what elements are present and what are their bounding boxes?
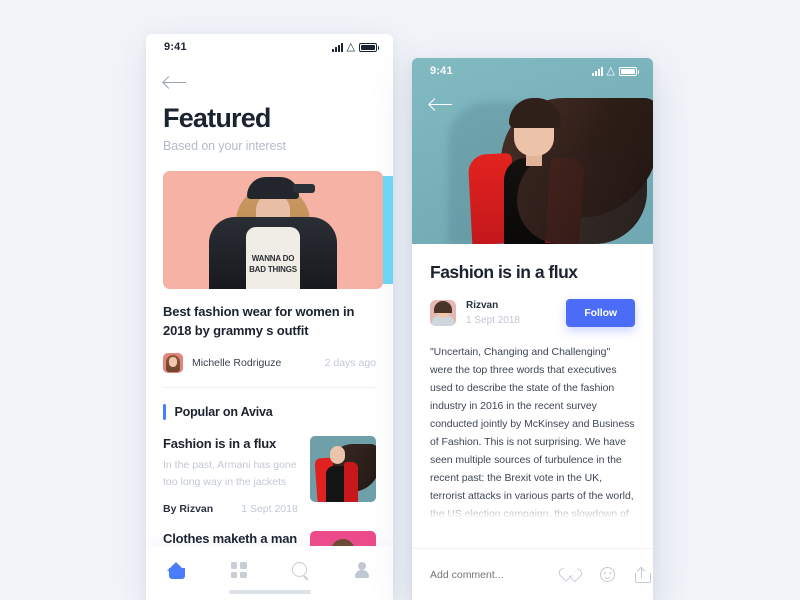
smiley-icon[interactable] — [600, 567, 615, 582]
list-item-description: In the past, Armani has gone too long wa… — [163, 459, 297, 488]
share-icon[interactable] — [635, 566, 651, 583]
avatar — [430, 300, 456, 326]
featured-image-shirt-text: WANNA DO BAD THINGS — [249, 253, 297, 274]
home-indicator — [228, 590, 311, 594]
status-bar: 9:41 △ — [412, 58, 653, 84]
featured-article-byline: Michelle Rodriguze 2 days ago — [163, 353, 376, 374]
status-icons: △ — [331, 40, 379, 53]
battery-icon — [619, 66, 639, 76]
bottom-tab-bar — [146, 546, 393, 600]
page-title: Featured — [163, 103, 271, 133]
section-title: Popular on Aviva — [174, 405, 273, 420]
article-body-text: "Uncertain, Changing and Challenging" we… — [430, 346, 635, 521]
status-bar: 9:41 △ — [146, 34, 393, 60]
comment-input[interactable] — [430, 568, 565, 581]
list-item-meta: By Rizvan 1 Sept 2018 — [163, 503, 300, 515]
battery-icon — [359, 42, 379, 52]
list-item-title[interactable]: Clothes maketh a man — [163, 531, 300, 546]
article-author-row: Rizvan 1 Sept 2018 Follow — [430, 299, 635, 327]
divider — [163, 387, 376, 389]
wifi-icon: △ — [346, 40, 355, 53]
left-content: Featured Based on your interest WANNA DO… — [146, 76, 393, 597]
sidebar-item-search[interactable] — [270, 558, 332, 582]
thumbnail-face — [330, 446, 345, 465]
list-item-text: Fashion is in a flux In the past, Armani… — [163, 436, 310, 515]
status-icons: △ — [591, 64, 639, 77]
sidebar-item-home[interactable] — [146, 558, 208, 582]
sidebar-item-categories[interactable] — [208, 558, 270, 582]
status-time: 9:41 — [430, 65, 453, 77]
phone-right-article-screen: 9:41 △ Fashion is in a flux Rizvan 1 Sep… — [412, 58, 653, 600]
article-author-name: Rizvan — [466, 300, 499, 311]
featured-image-card[interactable]: WANNA DO BAD THINGS — [163, 171, 383, 290]
wifi-icon: △ — [606, 64, 615, 77]
comment-bar-actions — [565, 566, 651, 583]
user-icon[interactable] — [355, 562, 370, 578]
list-item-date: 1 Sept 2018 — [241, 502, 298, 515]
phone-left-featured-screen: 9:41 △ Featured Based on your interest W… — [146, 34, 393, 600]
article-body-scroll[interactable]: "Uncertain, Changing and Challenging" we… — [430, 327, 635, 523]
heart-icon[interactable] — [565, 568, 580, 582]
comment-bar — [412, 548, 653, 600]
hero-image: 9:41 △ — [412, 58, 653, 244]
status-time: 9:41 — [164, 41, 187, 53]
back-arrow-icon[interactable] — [164, 76, 186, 90]
section-accent-bar — [163, 404, 166, 421]
avatar-face — [169, 357, 177, 368]
list-item-title[interactable]: Fashion is in a flux — [163, 436, 300, 451]
signal-icon — [591, 66, 603, 76]
list-item-thumbnail[interactable] — [310, 436, 376, 503]
follow-button[interactable]: Follow — [566, 299, 635, 327]
page-subtitle: Based on your interest — [163, 139, 286, 154]
featured-image-cap — [247, 177, 315, 200]
section-header-popular: Popular on Aviva — [163, 404, 376, 421]
grid-icon[interactable] — [230, 562, 247, 578]
sidebar-item-profile[interactable] — [331, 558, 393, 582]
list-item[interactable]: Fashion is in a flux In the past, Armani… — [163, 436, 376, 515]
back-arrow-icon[interactable] — [430, 98, 452, 112]
featured-article-author: Michelle Rodriguze — [192, 357, 282, 370]
list-item-author: By Rizvan — [163, 502, 214, 515]
search-icon[interactable] — [291, 561, 309, 579]
right-content: Fashion is in a flux Rizvan 1 Sept 2018 … — [412, 262, 653, 523]
avatar — [163, 353, 183, 374]
avatar-hair — [434, 301, 452, 313]
share-arrow — [637, 566, 646, 575]
article-date: 1 Sept 2018 — [466, 315, 520, 326]
article-title: Fashion is in a flux — [430, 262, 578, 282]
signal-icon — [331, 42, 343, 52]
featured-article-timestamp: 2 days ago — [324, 357, 376, 370]
home-icon[interactable] — [167, 561, 186, 579]
thumbnail-coat-right — [344, 462, 358, 503]
featured-carousel[interactable]: WANNA DO BAD THINGS — [163, 171, 393, 290]
article-author-meta: Rizvan 1 Sept 2018 — [466, 300, 520, 326]
featured-article-title[interactable]: Best fashion wear for women in 2018 by g… — [163, 303, 376, 340]
screenshot-stage: 9:41 △ Featured Based on your interest W… — [0, 0, 800, 600]
